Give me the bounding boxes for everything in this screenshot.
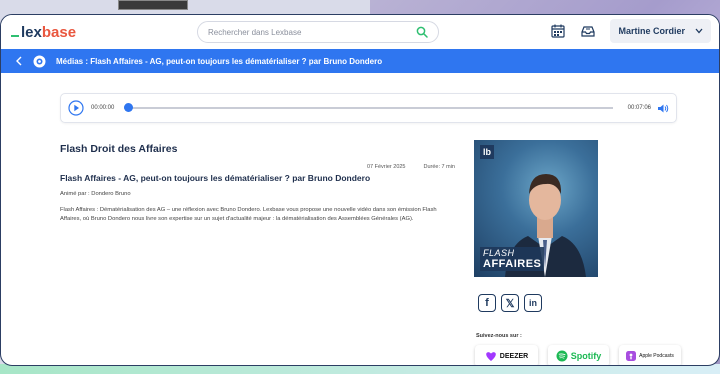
apple-podcasts-label: Apple Podcasts [639,353,674,359]
audio-player: 00:00:00 00:07:06 [60,93,677,123]
progress-track[interactable] [124,103,613,113]
user-menu[interactable]: Martine Cordier [610,19,711,43]
logo-suffix: base [41,23,77,41]
cover-label: FLASH AFFAIRES [480,247,545,271]
user-name: Martine Cordier [618,26,685,36]
top-right-tools: Martine Cordier [550,19,711,43]
chevron-down-icon [695,28,703,34]
deezer-icon [485,352,496,361]
episode-meta: 07 Février 2025 Durée: 7 min [60,164,455,170]
progress-handle[interactable] [124,103,134,113]
media-icon [33,55,46,67]
background-photo [118,0,188,10]
x-share-button[interactable]: 𝕏 [501,294,519,312]
episode-details: Flash Droit des Affaires 07 Février 2025… [60,143,455,224]
deezer-link[interactable]: DEEZER [475,345,538,365]
cover-line-affaires: AFFAIRES [483,258,542,270]
podcast-platforms: DEEZER Spotify Apple Podcasts [475,345,681,365]
logo-dash [11,35,19,37]
episode-duration: Durée: 7 min [423,164,456,170]
logo-prefix: lex [21,23,42,41]
play-icon[interactable] [68,100,84,116]
episode-date: 07 Février 2025 [366,164,406,170]
apple-podcasts-icon [626,351,637,361]
episode-description: Flash Affaires : Dématérialisation des A… [60,207,437,222]
episode-cover: lb FLASH AFFAIRES [474,140,598,277]
share-buttons: f 𝕏 in [478,294,542,312]
logo[interactable]: lex base [11,24,76,41]
media-modal: lex base Rechercher dans Lexbase Martine… [0,14,720,366]
episode-host: Animé par : Dondero Bruno [60,191,131,197]
cover-line-flash: FLASH [483,248,515,258]
linkedin-share-button[interactable]: in [524,294,542,312]
total-time: 00:07:06 [627,105,651,111]
apple-podcasts-link[interactable]: Apple Podcasts [619,345,681,365]
modal-title: Médias : Flash Affaires - AG, peut-on to… [56,56,383,66]
title-bar: Médias : Flash Affaires - AG, peut-on to… [1,49,719,73]
follow-label: Suivez-nous sur : [476,333,522,339]
deezer-label: DEEZER [499,352,529,360]
show-title: Flash Droit des Affaires [60,143,178,155]
back-icon[interactable] [15,56,23,66]
top-bar: lex base Rechercher dans Lexbase Martine… [1,15,719,49]
cover-logo: lb [480,145,494,159]
search-bar [197,21,439,43]
search-icon[interactable] [416,26,428,38]
spotify-link[interactable]: Spotify [548,345,609,365]
volume-icon[interactable] [657,103,669,114]
spotify-icon [556,350,568,362]
calendar-icon[interactable] [550,23,566,39]
spotify-label: Spotify [570,351,602,361]
episode-title: Flash Affaires - AG, peut-on toujours le… [60,173,371,183]
search-input[interactable] [208,27,388,37]
facebook-share-button[interactable]: f [478,294,496,312]
current-time: 00:00:00 [91,105,115,111]
inbox-icon[interactable] [580,23,596,39]
